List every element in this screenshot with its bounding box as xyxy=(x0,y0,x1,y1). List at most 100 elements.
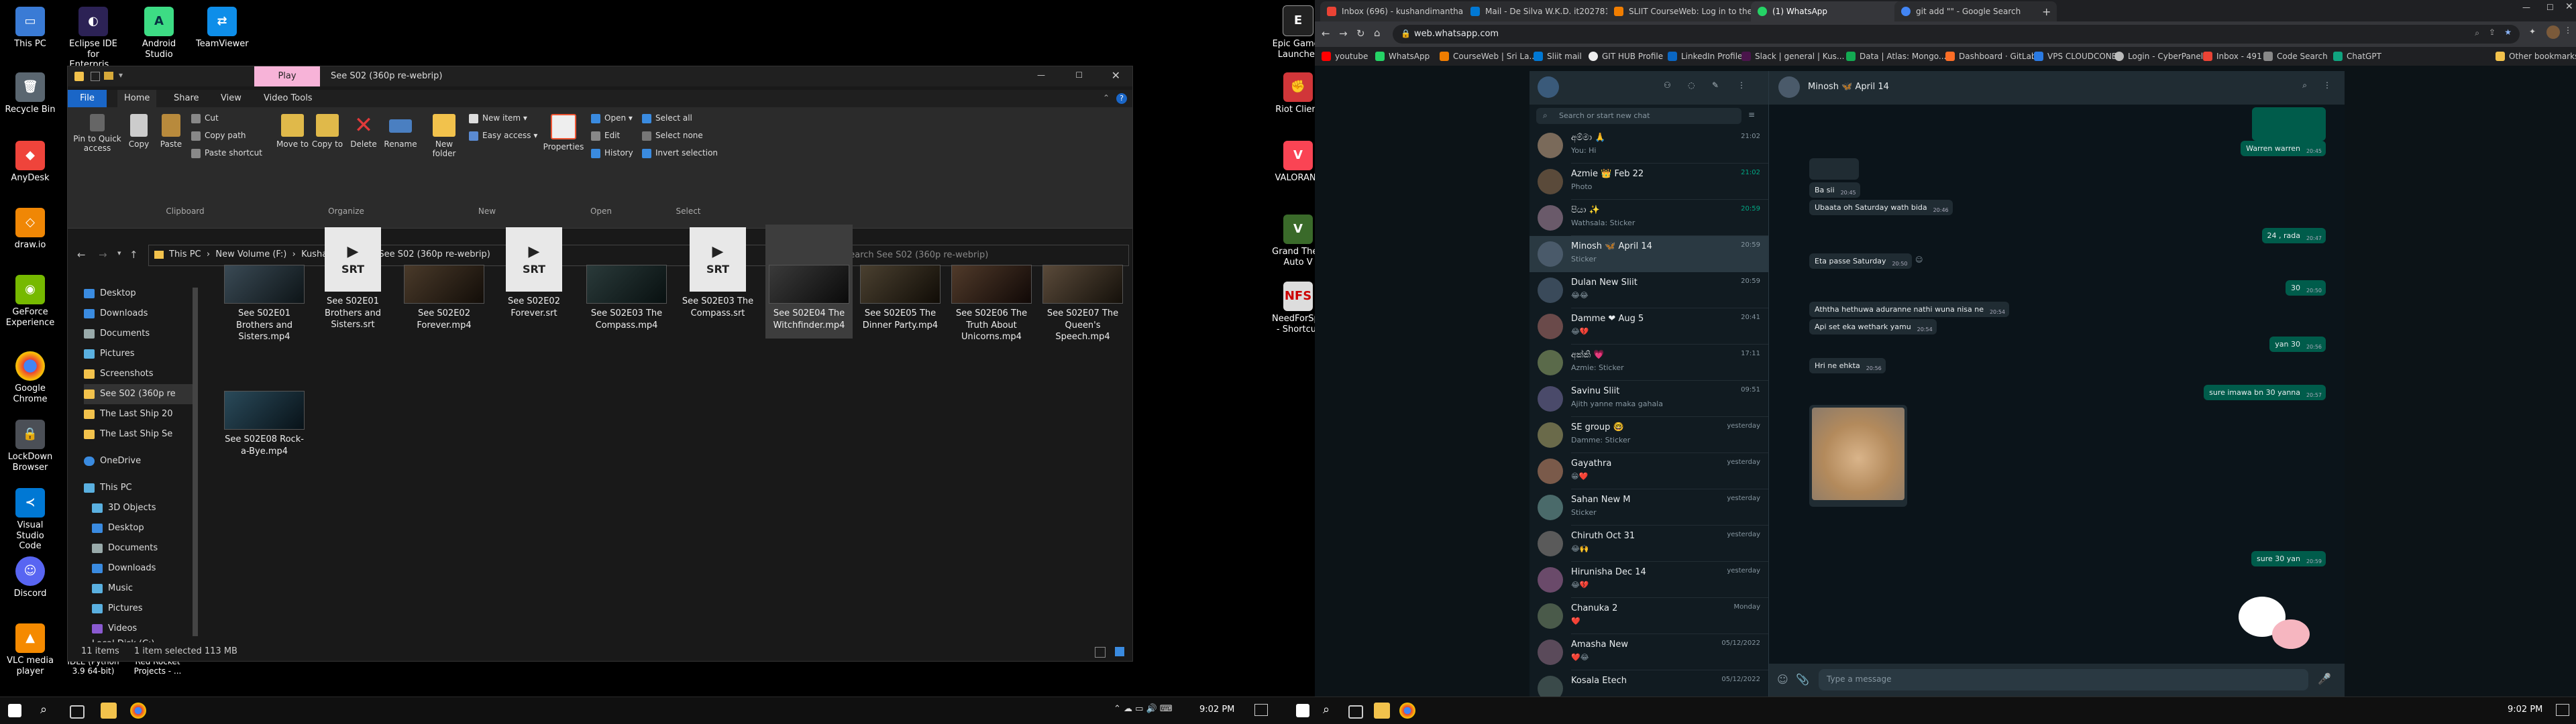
desktop-icon-vscode[interactable]: ≺ Visual Studio Code xyxy=(4,488,56,552)
desktop-icon-eclipse[interactable]: ◐ Eclipse IDE for Enterpris... xyxy=(67,7,119,70)
nav-scrollbar[interactable] xyxy=(193,288,198,636)
clock[interactable]: 9:02 PM xyxy=(1199,705,1234,715)
nav-item[interactable]: Screenshots xyxy=(84,364,154,384)
new-chat-icon[interactable]: ✎ xyxy=(1712,80,1719,90)
chat-list-item[interactable]: Chiruth Oct 31 😂🙌 yesterday xyxy=(1529,526,1768,562)
easy-access-button[interactable]: Easy access ▾ xyxy=(469,129,537,142)
chevron-up-icon[interactable]: ⌃ xyxy=(1103,93,1110,103)
home-icon[interactable]: ⌂ xyxy=(1374,27,1381,39)
new-item-button[interactable]: New item ▾ xyxy=(469,111,527,125)
browser-tab[interactable]: git add "" - Google Search xyxy=(1894,1,2057,21)
nav-item[interactable]: The Last Ship 20 xyxy=(84,404,173,424)
desktop-icon-drawio[interactable]: ◇ draw.io xyxy=(4,208,56,251)
back-arrow-icon[interactable]: ← xyxy=(1322,27,1330,40)
nav-item[interactable]: Music xyxy=(92,579,133,599)
nav-item[interactable]: Videos xyxy=(92,619,137,639)
bookmark[interactable]: Data | Atlas: Mongo... xyxy=(1846,50,1946,63)
file-explorer-taskbar-icon[interactable] xyxy=(1374,703,1390,719)
recent-locations-icon[interactable]: ▾ xyxy=(117,249,121,257)
browser-tab-active[interactable]: (1) WhatsApp xyxy=(1751,1,1913,21)
copy-button[interactable]: Copy xyxy=(124,114,154,149)
move-to-button[interactable]: Move to xyxy=(276,114,309,149)
properties-quick-icon[interactable] xyxy=(91,72,100,81)
desktop-icon-discord[interactable]: ☺ Discord xyxy=(4,556,56,599)
bookmark[interactable]: GIT HUB Profile xyxy=(1589,50,1663,63)
nav-item[interactable]: See S02 (360p re xyxy=(84,384,195,404)
chat-list-item[interactable]: SE group 🤓 Damme: Sticker yesterday xyxy=(1529,417,1768,453)
desktop-icon-teamviewer[interactable]: ⇄ TeamViewer xyxy=(196,7,249,50)
forward-arrow-icon[interactable]: → xyxy=(99,249,107,261)
back-arrow-icon[interactable]: ← xyxy=(77,249,86,261)
bookmark[interactable]: VPS CLOUDCONE xyxy=(2034,50,2116,63)
paste-button[interactable]: Paste xyxy=(156,114,186,149)
nav-item[interactable]: The Last Ship Se xyxy=(84,424,172,444)
minimize-icon[interactable]: — xyxy=(1037,70,1045,80)
bookmark[interactable]: LinkedIn Profile xyxy=(1668,50,1742,63)
tab-video-tools[interactable]: Video Tools xyxy=(257,90,319,107)
chat-list-item[interactable]: අම්මා 🙏 You: Hi 21:02 xyxy=(1529,127,1768,164)
status-icon[interactable]: ◌ xyxy=(1688,80,1695,90)
search-box[interactable]: ⌕ Search See S02 (360p re-webrip) xyxy=(823,245,1129,266)
tab-share[interactable]: Share xyxy=(167,90,206,107)
nav-item[interactable]: Desktop xyxy=(92,518,144,538)
desktop-icon-lockdown-browser[interactable]: 🔒 LockDown Browser xyxy=(4,420,56,473)
chat-list-item[interactable]: අක්කි 💗 Azmie: Sticker 17:11 xyxy=(1529,345,1768,381)
close-icon[interactable]: ✕ xyxy=(2565,1,2573,12)
new-folder-quick-icon[interactable] xyxy=(104,72,113,80)
clock[interactable]: 9:02 PM xyxy=(2508,705,2542,715)
chrome-menu-icon[interactable]: ⋮ xyxy=(2564,25,2572,35)
chat-list-item-selected[interactable]: Minosh 🦋 April 14 Sticker 20:59 xyxy=(1529,236,1768,272)
browser-tab[interactable]: SLIIT CourseWeb: Log in to the ... xyxy=(1607,1,1770,21)
bookmark-star-icon[interactable]: ★ xyxy=(2504,27,2512,37)
desktop-icon-anydesk[interactable]: ◆ AnyDesk xyxy=(4,141,56,184)
nav-item[interactable]: 3D Objects xyxy=(92,498,156,518)
bookmark[interactable]: Code Search xyxy=(2263,50,2328,63)
bookmark[interactable]: WhatsApp xyxy=(1375,50,1430,63)
emoji-icon[interactable]: ☺ xyxy=(1777,673,1788,686)
pin-quick-access-button[interactable]: Pin to Quick access xyxy=(72,114,123,154)
bookmark[interactable]: Login - CyberPanel xyxy=(2114,50,2203,63)
chat-list-item[interactable]: පියා ✨ Wathsala: Sticker 20:59 xyxy=(1529,200,1768,236)
nav-item-this-pc[interactable]: This PC xyxy=(84,478,132,498)
chat-list-item[interactable]: Azmie 👑 Feb 22 Photo 21:02 xyxy=(1529,164,1768,200)
start-icon[interactable] xyxy=(8,704,21,717)
message-input[interactable]: Type a message xyxy=(1819,669,2308,690)
chat-search-input[interactable]: ⌕ Search or start new chat xyxy=(1536,108,1741,124)
bookmark[interactable]: CourseWeb | Sri La... xyxy=(1440,50,1537,63)
help-icon[interactable]: ? xyxy=(1116,93,1127,104)
file-item[interactable]: See S02E08 Rock-a-Bye.mp4 xyxy=(221,391,308,457)
attach-icon[interactable]: 📎 xyxy=(1796,673,1809,686)
close-icon[interactable]: ✕ xyxy=(1112,69,1120,82)
chat-list-item[interactable]: Savinu Sliit Ajith yanne maka gahala 09:51 xyxy=(1529,381,1768,417)
start-icon[interactable] xyxy=(1296,704,1309,717)
rename-button[interactable]: Rename xyxy=(382,114,419,149)
chat-list-item[interactable]: Sahan New M Sticker yesterday xyxy=(1529,489,1768,526)
chat-list-item[interactable]: Hirunisha Dec 14 😂💔 yesterday xyxy=(1529,562,1768,598)
cut-button[interactable]: Cut xyxy=(191,111,219,125)
nav-item-onedrive[interactable]: OneDrive xyxy=(84,451,141,471)
file-explorer-taskbar-icon[interactable] xyxy=(101,703,117,719)
chevron-down-icon[interactable]: ▾ xyxy=(119,70,123,80)
tab-file[interactable]: File xyxy=(68,90,107,107)
maximize-icon[interactable]: ☐ xyxy=(1075,70,1083,80)
filter-icon[interactable]: ≡ xyxy=(1748,110,1755,119)
bookmark[interactable]: Dashboard · GitLab xyxy=(1945,50,2037,63)
omnibox[interactable]: 🔒 web.whatsapp.com ⌕ ⇪ ★ xyxy=(1393,25,2520,44)
nav-item[interactable]: Downloads xyxy=(84,304,148,324)
task-view-icon[interactable] xyxy=(1348,705,1363,719)
search-icon[interactable]: ⌕ xyxy=(2475,28,2479,38)
emoji-react-icon[interactable]: ☺ xyxy=(1915,255,1923,264)
search-icon[interactable]: ⌕ xyxy=(2302,80,2307,90)
select-none-button[interactable]: Select none xyxy=(642,129,703,142)
bookmark[interactable]: youtube xyxy=(1322,50,1368,63)
edit-button[interactable]: Edit xyxy=(591,129,620,142)
chat-list-item[interactable]: Dulan New Sliit 😂😂 20:59 xyxy=(1529,272,1768,308)
chrome-taskbar-icon[interactable] xyxy=(130,703,146,719)
desktop-icon-android-studio[interactable]: A Android Studio xyxy=(133,7,185,60)
forward-arrow-icon[interactable]: → xyxy=(1339,27,1348,40)
open-button[interactable]: Open ▾ xyxy=(591,111,633,125)
microphone-icon[interactable]: 🎤 xyxy=(2318,672,2331,685)
nav-item[interactable]: Documents xyxy=(84,324,150,344)
communities-icon[interactable]: ⚇ xyxy=(1664,80,1671,90)
breadcrumb-item[interactable]: New Volume (F:) xyxy=(215,249,286,259)
